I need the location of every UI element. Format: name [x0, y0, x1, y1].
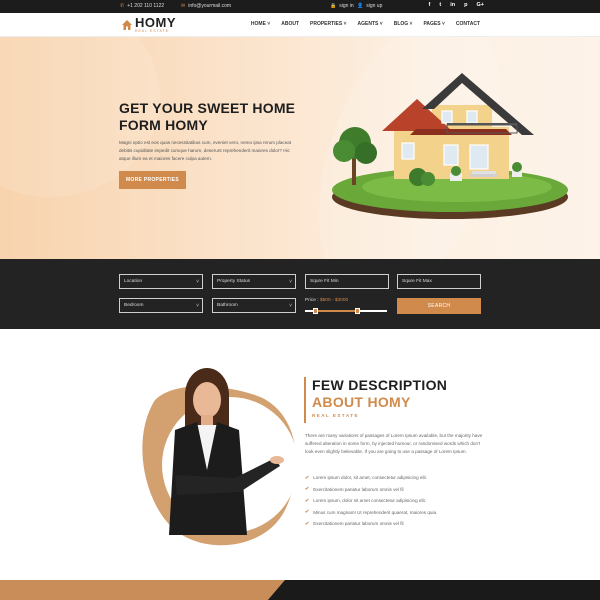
next-section-preview [0, 580, 600, 600]
price-range-label: Price : $500 - $3000 [305, 298, 349, 303]
property-search-panel [0, 259, 600, 329]
logo-name: HOMY [135, 15, 176, 30]
google-plus-icon[interactable]: G+ [477, 2, 485, 8]
email-address: info@yourmail.com [188, 3, 232, 9]
hero-description: Magni optio est eos quas necessitatibus … [119, 140, 292, 161]
main-nav: HOME ˅ ABOUT PROPERTIES ˅ AGENTS ˅ BLOG … [251, 21, 480, 27]
list-item: ✔ Exercitationem pariatur laborum omnis v… [305, 520, 404, 527]
signin-link[interactable]: 🔒 sign in [330, 3, 354, 9]
next-section-accent [0, 580, 285, 600]
lock-icon: 🔒 [330, 3, 337, 9]
location-select[interactable]: Location ˅ [119, 274, 203, 289]
check-icon: ✔ [305, 520, 310, 527]
hero-title: GET YOUR SWEET HOME FORM HOMY [119, 100, 296, 133]
chevron-down-icon: ˅ [196, 279, 199, 285]
hero-section: GET YOUR SWEET HOME FORM HOMY Magni opti… [0, 37, 600, 259]
sqft-min-input[interactable]: Squre Fit Min [305, 274, 389, 289]
sqft-max-input[interactable]: Squre Fit Max [397, 274, 481, 289]
bathroom-select[interactable]: Bathroom ˅ [212, 298, 296, 313]
price-range-fill [315, 310, 357, 312]
features-list: ✔ Lorem ipsum dolor, sit amet, consectetu… [305, 472, 485, 530]
pinterest-icon[interactable]: p [464, 2, 467, 8]
price-max-handle[interactable] [355, 308, 360, 314]
check-icon: ✔ [305, 497, 310, 504]
email-contact[interactable]: ✉ info@yourmail.com [181, 3, 231, 9]
logo[interactable]: HOMY REAL ESTATE [121, 16, 176, 34]
chevron-down-icon: ˅ [289, 279, 292, 285]
about-subtitle: REAL ESTATE [312, 413, 360, 418]
list-item: ✔ Lorem ipsum dolor, sit amet, consectetu… [305, 474, 428, 481]
top-bar: ✆ +1 202 110 1122 ✉ info@yourmail.com 🔒 … [0, 0, 600, 13]
linkedin-icon[interactable]: in [450, 2, 455, 8]
nav-home[interactable]: HOME ˅ [251, 21, 270, 27]
nav-blog[interactable]: BLOG ˅ [394, 21, 413, 27]
about-paragraph: There are many variations of passages of… [305, 433, 483, 454]
twitter-icon[interactable]: t [439, 2, 441, 8]
check-icon: ✔ [305, 509, 310, 516]
about-accent-bar [304, 377, 306, 423]
more-properties-button[interactable]: MORE PROPERTIES [119, 171, 186, 189]
social-links: f t in p G+ [429, 2, 484, 8]
nav-contact[interactable]: CONTACT [456, 21, 480, 27]
check-icon: ✔ [305, 474, 310, 481]
signup-link[interactable]: 👤 sign up [357, 3, 382, 9]
phone-icon: ✆ [120, 3, 125, 9]
price-range-slider[interactable] [305, 308, 387, 314]
logo-tagline: REAL ESTATE [135, 29, 170, 33]
signin-label: sign in [339, 3, 354, 9]
signup-label: sign up [366, 3, 383, 9]
search-button[interactable]: SEARCH [397, 298, 481, 314]
agent-photo [142, 368, 298, 546]
site-header: HOMY REAL ESTATE HOME ˅ ABOUT PROPERTIES… [0, 13, 600, 37]
bedroom-select[interactable]: Bedroom ˅ [119, 298, 203, 313]
chevron-down-icon: ˅ [196, 303, 199, 309]
list-item: ✔ Minus cum magnam! Ut reprehenderit quae… [305, 509, 438, 516]
house-illustration [332, 73, 568, 219]
price-min-handle[interactable] [313, 308, 318, 314]
check-icon: ✔ [305, 486, 310, 493]
list-item: ✔ Exercitationem pariatur laborum omnis v… [305, 486, 404, 493]
user-icon: 👤 [357, 3, 364, 9]
nav-pages[interactable]: PAGES ˅ [423, 21, 444, 27]
list-item: ✔ Lorem ipsum, dolor sit amet consectetur… [305, 497, 427, 504]
phone-number: +1 202 110 1122 [127, 3, 165, 9]
nav-agents[interactable]: AGENTS ˅ [358, 21, 383, 27]
facebook-icon[interactable]: f [429, 2, 431, 8]
phone-contact[interactable]: ✆ +1 202 110 1122 [120, 3, 164, 9]
mail-icon: ✉ [181, 3, 186, 9]
nav-properties[interactable]: PROPERTIES ˅ [310, 21, 347, 27]
nav-about[interactable]: ABOUT [281, 21, 299, 27]
about-title-line2: ABOUT HOMY [312, 394, 411, 410]
about-title-line1: FEW DESCRIPTION [312, 377, 448, 393]
property-status-select[interactable]: Property Status ˅ [212, 274, 296, 289]
chevron-down-icon: ˅ [289, 303, 292, 309]
house-logo-icon [122, 19, 132, 30]
